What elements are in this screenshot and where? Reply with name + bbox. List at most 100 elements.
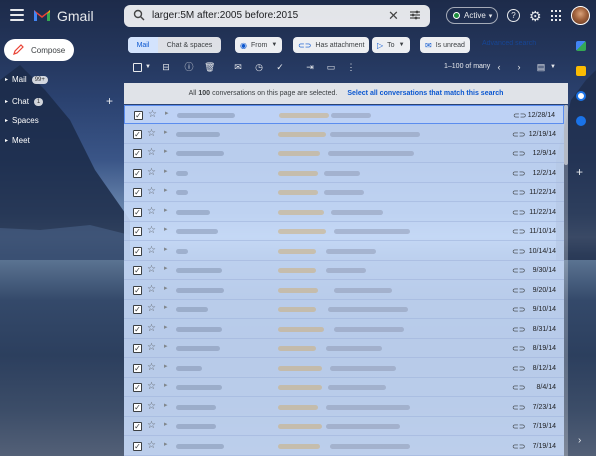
star-icon[interactable]: ☆: [147, 264, 156, 275]
mark-as-read-icon[interactable]: ✉: [233, 62, 243, 72]
email-row[interactable]: ✓ ☆ ▸ ⊂⊃ 11/10/14: [124, 222, 564, 241]
importance-marker-icon[interactable]: ▸: [164, 381, 168, 389]
importance-marker-icon[interactable]: ▸: [164, 284, 168, 292]
email-row[interactable]: ✓ ☆ ▸ ⊂⊃ 8/12/14: [124, 359, 564, 378]
star-icon[interactable]: ☆: [147, 128, 156, 139]
star-icon[interactable]: ☆: [147, 284, 156, 295]
attachment-icon[interactable]: ⊂⊃: [512, 325, 525, 334]
star-icon[interactable]: ☆: [147, 362, 156, 373]
email-row[interactable]: ✓ ☆ ▸ ⊂⊃ 8/31/14: [124, 320, 564, 339]
tab-chat-spaces[interactable]: Chat & spaces: [158, 37, 221, 53]
star-icon[interactable]: ☆: [147, 206, 156, 217]
row-checkbox[interactable]: ✓: [133, 344, 142, 353]
email-row[interactable]: ✓ ☆ ▸ ⊂⊃ 7/19/14: [124, 417, 564, 436]
attachment-icon[interactable]: ⊂⊃: [512, 227, 525, 236]
row-checkbox[interactable]: ✓: [133, 422, 142, 431]
advanced-search-link[interactable]: Advanced search: [482, 40, 536, 47]
row-checkbox[interactable]: ✓: [133, 207, 142, 217]
attachment-icon[interactable]: ⊂⊃: [512, 169, 525, 178]
main-menu-icon[interactable]: [10, 9, 24, 21]
attachment-icon[interactable]: ⊂⊃: [512, 364, 525, 373]
star-icon[interactable]: ☆: [147, 245, 156, 256]
compose-button[interactable]: Compose: [4, 39, 74, 61]
attachment-icon[interactable]: ⊂⊃: [512, 442, 525, 451]
row-checkbox[interactable]: ✓: [133, 383, 142, 392]
row-checkbox[interactable]: ✓: [133, 188, 142, 197]
star-icon[interactable]: ☆: [147, 186, 156, 197]
importance-marker-icon[interactable]: ▸: [164, 264, 168, 272]
row-checkbox[interactable]: ✓: [133, 149, 142, 158]
star-icon[interactable]: ☆: [147, 381, 156, 392]
account-avatar[interactable]: [571, 6, 590, 25]
attachment-icon[interactable]: ⊂⊃: [512, 422, 525, 431]
star-icon[interactable]: ☆: [147, 420, 156, 431]
clear-search-icon[interactable]: ✕: [388, 8, 399, 24]
next-page-icon[interactable]: ›: [514, 62, 524, 72]
row-checkbox[interactable]: ✓: [133, 129, 142, 139]
attachment-icon[interactable]: ⊂⊃: [512, 403, 525, 412]
split-pane-icon[interactable]: ▤: [534, 62, 548, 72]
star-icon[interactable]: ☆: [147, 167, 156, 178]
attachment-icon[interactable]: ⊂⊃: [512, 188, 525, 197]
importance-marker-icon[interactable]: ▸: [164, 401, 168, 409]
email-row[interactable]: ✓ ☆ ▸ ⊂⊃ 12/9/14: [124, 144, 564, 163]
status-selector[interactable]: Active ▾: [446, 7, 498, 24]
attachment-icon[interactable]: ⊂⊃: [512, 286, 525, 295]
contacts-icon[interactable]: [576, 116, 586, 126]
tasks-icon[interactable]: [576, 91, 586, 101]
importance-marker-icon[interactable]: ▸: [164, 128, 168, 136]
star-icon[interactable]: ☆: [147, 147, 156, 158]
from-filter-chip[interactable]: ◉ From ▼: [235, 37, 283, 53]
importance-marker-icon[interactable]: ▸: [164, 206, 168, 214]
star-icon[interactable]: ☆: [147, 342, 156, 353]
search-bar[interactable]: larger:5M after:2005 before:2015 ✕: [124, 5, 430, 27]
row-checkbox[interactable]: ✓: [133, 402, 142, 412]
nav-item-meet[interactable]: ▸ Meet: [5, 136, 30, 145]
attachment-icon[interactable]: ⊂⊃: [512, 305, 525, 314]
search-options-icon[interactable]: [409, 9, 421, 21]
move-to-icon[interactable]: ⇥: [305, 62, 315, 72]
email-row[interactable]: ✓ ☆ ▸ ⊂⊃ 7/19/14: [124, 437, 564, 456]
importance-marker-icon[interactable]: ▸: [164, 420, 168, 428]
add-to-tasks-icon[interactable]: ✓: [275, 62, 285, 72]
row-checkbox[interactable]: ✓: [134, 111, 143, 120]
email-row[interactable]: ✓ ☆ ▸ ⊂⊃ 12/2/14: [124, 164, 564, 183]
row-checkbox[interactable]: ✓: [133, 441, 142, 451]
email-row[interactable]: ✓ ☆ ▸ ⊂⊃ 9/20/14: [124, 281, 564, 300]
report-spam-icon[interactable]: ⓘ: [184, 62, 194, 72]
tab-mail[interactable]: Mail: [128, 37, 158, 53]
row-checkbox[interactable]: ✓: [133, 305, 142, 314]
gmail-logo-icon[interactable]: [33, 8, 51, 22]
attachment-icon[interactable]: ⊂⊃: [512, 130, 525, 139]
select-all-matching-link[interactable]: Select all conversations that match this…: [347, 90, 503, 97]
is-unread-chip[interactable]: ✉ Is unread: [420, 37, 470, 53]
star-icon[interactable]: ☆: [147, 225, 156, 236]
keep-icon[interactable]: [576, 66, 586, 76]
snooze-icon[interactable]: ◷: [254, 62, 264, 72]
row-checkbox[interactable]: ✓: [133, 227, 142, 236]
delete-icon[interactable]: 🗑: [204, 62, 215, 72]
label-icon[interactable]: ▭: [326, 62, 336, 72]
settings-gear-icon[interactable]: ⚙: [529, 8, 542, 25]
star-icon[interactable]: ☆: [147, 303, 156, 314]
new-chat-plus-icon[interactable]: +: [106, 94, 113, 108]
row-checkbox[interactable]: ✓: [133, 363, 142, 373]
email-row[interactable]: ✓ ☆ ▸ ⊂⊃ 11/22/14: [124, 203, 564, 222]
row-checkbox[interactable]: ✓: [133, 324, 142, 334]
attachment-icon[interactable]: ⊂⊃: [513, 111, 526, 120]
row-checkbox[interactable]: ✓: [133, 168, 142, 178]
importance-marker-icon[interactable]: ▸: [164, 440, 168, 448]
star-icon[interactable]: ☆: [147, 440, 156, 451]
email-row[interactable]: ✓ ☆ ▸ ⊂⊃ 9/10/14: [124, 300, 564, 319]
row-checkbox[interactable]: ✓: [133, 246, 142, 256]
help-icon[interactable]: ?: [507, 9, 520, 22]
importance-marker-icon[interactable]: ▸: [164, 186, 168, 194]
importance-marker-icon[interactable]: ▸: [164, 303, 168, 311]
email-row[interactable]: ✓ ☆ ▸ ⊂⊃ 11/22/14: [124, 183, 564, 202]
row-checkbox[interactable]: ✓: [133, 266, 142, 275]
scrollbar-thumb[interactable]: [564, 105, 568, 165]
get-addons-plus-icon[interactable]: +: [576, 165, 583, 179]
star-icon[interactable]: ☆: [147, 401, 156, 412]
calendar-icon[interactable]: [576, 41, 586, 51]
email-row[interactable]: ✓ ☆ ▸ ⊂⊃ 10/14/14: [124, 242, 564, 261]
